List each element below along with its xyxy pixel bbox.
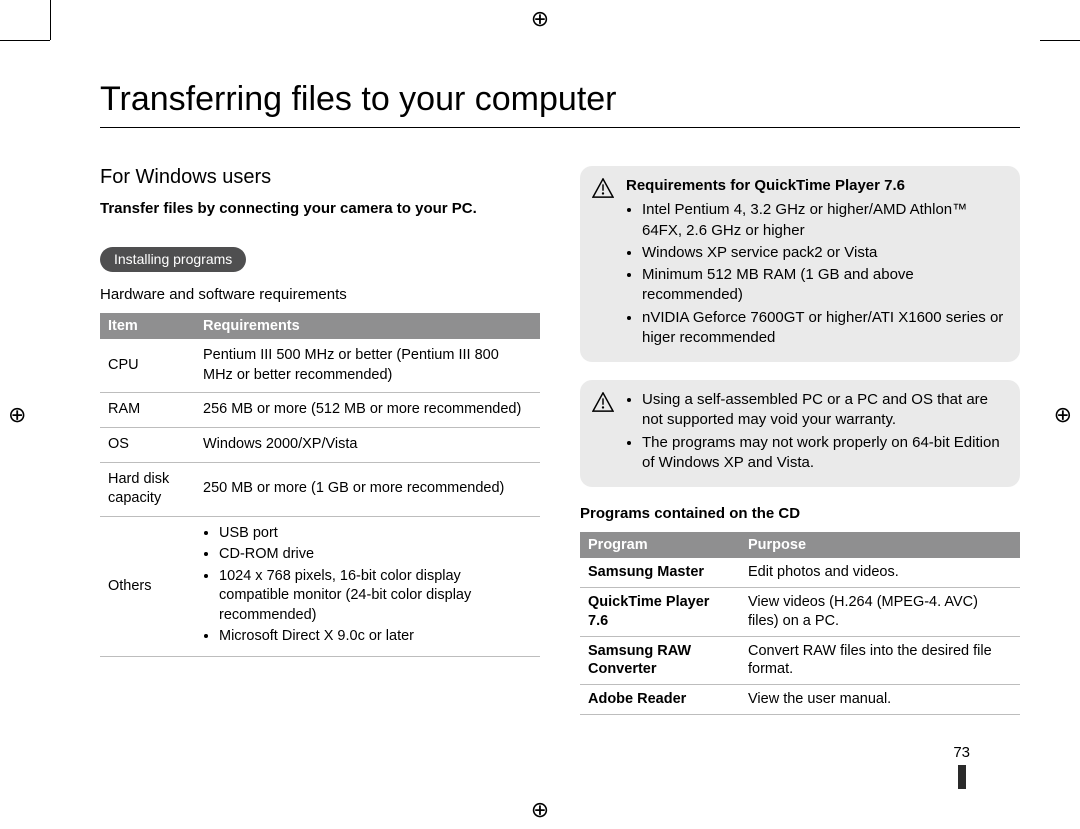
- left-column: For Windows users Transfer files by conn…: [100, 166, 540, 715]
- note-bullet: Windows XP service pack2 or Vista: [642, 243, 1006, 263]
- table-row: Hard disk capacity 250 MB or more (1 GB …: [100, 462, 540, 516]
- tab-marker-icon: [958, 765, 966, 789]
- cell-purpose: Edit photos and videos.: [740, 558, 1020, 587]
- table-row: Samsung RAW Converter Convert RAW files …: [580, 636, 1020, 685]
- cell-purpose: Convert RAW files into the desired file …: [740, 636, 1020, 685]
- cell-item: Others: [100, 516, 195, 656]
- page-content: Transferring files to your computer For …: [100, 80, 1020, 789]
- page-number: 73: [953, 744, 970, 789]
- note-bullet: Using a self-assembled PC or a PC and OS…: [642, 390, 1006, 431]
- requirements-table: Item Requirements CPU Pentium III 500 MH…: [100, 313, 540, 657]
- registration-mark-icon: ⊕: [531, 8, 549, 30]
- cell-purpose: View videos (H.264 (MPEG-4. AVC) files) …: [740, 587, 1020, 636]
- table-row: Samsung Master Edit photos and videos.: [580, 558, 1020, 587]
- cell-program: Samsung Master: [580, 558, 740, 587]
- cell-item: OS: [100, 427, 195, 462]
- registration-mark-icon: ⊕: [8, 404, 26, 426]
- note-bullet: The programs may not work properly on 64…: [642, 433, 1006, 474]
- others-bullet: Microsoft Direct X 9.0c or later: [219, 627, 532, 647]
- registration-mark-icon: ⊕: [531, 799, 549, 821]
- registration-mark-icon: ⊕: [1054, 404, 1072, 426]
- table-row: Adobe Reader View the user manual.: [580, 685, 1020, 715]
- th-item: Item: [100, 313, 195, 339]
- lead-text: Transfer files by connecting your camera…: [100, 199, 540, 219]
- th-purpose: Purpose: [740, 532, 1020, 558]
- cell-req: USB port CD-ROM drive 1024 x 768 pixels,…: [195, 516, 540, 656]
- others-bullet: USB port: [219, 524, 532, 544]
- programs-table: Program Purpose Samsung Master Edit phot…: [580, 532, 1020, 715]
- note-title: Requirements for QuickTime Player 7.6: [626, 176, 1006, 196]
- note-bullet: Intel Pentium 4, 3.2 GHz or higher/AMD A…: [642, 200, 1006, 241]
- note-bullet: nVIDIA Geforce 7600GT or higher/ATI X160…: [642, 308, 1006, 349]
- table-row: Others USB port CD-ROM drive 1024 x 768 …: [100, 516, 540, 656]
- cell-req: Windows 2000/XP/Vista: [195, 427, 540, 462]
- warning-icon: [592, 392, 614, 412]
- cell-purpose: View the user manual.: [740, 685, 1020, 715]
- section-title: For Windows users: [100, 166, 540, 189]
- cell-program: Adobe Reader: [580, 685, 740, 715]
- note-warranty: Using a self-assembled PC or a PC and OS…: [580, 380, 1020, 487]
- table-row: RAM 256 MB or more (512 MB or more recom…: [100, 393, 540, 428]
- cell-req: Pentium III 500 MHz or better (Pentium I…: [195, 339, 540, 393]
- cell-item: Hard disk capacity: [100, 462, 195, 516]
- right-column: Requirements for QuickTime Player 7.6 In…: [580, 166, 1020, 715]
- installing-programs-pill: Installing programs: [100, 247, 246, 272]
- note-quicktime-requirements: Requirements for QuickTime Player 7.6 In…: [580, 166, 1020, 362]
- cell-item: RAM: [100, 393, 195, 428]
- crop-mark: [0, 40, 50, 41]
- cell-program: QuickTime Player 7.6: [580, 587, 740, 636]
- cell-item: CPU: [100, 339, 195, 393]
- hw-heading: Hardware and software requirements: [100, 286, 540, 303]
- cell-req: 256 MB or more (512 MB or more recommend…: [195, 393, 540, 428]
- others-bullet: 1024 x 768 pixels, 16-bit color display …: [219, 567, 532, 626]
- note-bullet: Minimum 512 MB RAM (1 GB and above recom…: [642, 265, 1006, 306]
- th-requirements: Requirements: [195, 313, 540, 339]
- table-row: QuickTime Player 7.6 View videos (H.264 …: [580, 587, 1020, 636]
- crop-mark: [50, 0, 51, 40]
- page-title: Transferring files to your computer: [100, 80, 1020, 128]
- table-row: CPU Pentium III 500 MHz or better (Penti…: [100, 339, 540, 393]
- table-row: OS Windows 2000/XP/Vista: [100, 427, 540, 462]
- cell-program: Samsung RAW Converter: [580, 636, 740, 685]
- programs-heading: Programs contained on the CD: [580, 505, 1020, 522]
- crop-mark: [1040, 40, 1080, 41]
- th-program: Program: [580, 532, 740, 558]
- page-number-text: 73: [953, 744, 970, 761]
- warning-icon: [592, 178, 614, 198]
- others-bullet: CD-ROM drive: [219, 545, 532, 565]
- cell-req: 250 MB or more (1 GB or more recommended…: [195, 462, 540, 516]
